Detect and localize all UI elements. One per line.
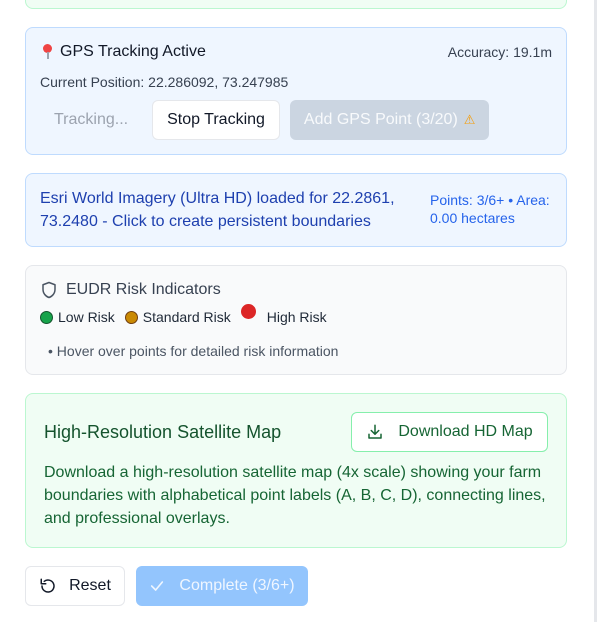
high-risk-dot-icon bbox=[240, 303, 256, 319]
add-gps-point-label: Add GPS Point (3/20) bbox=[303, 111, 458, 128]
current-position: Current Position: 22.286092, 73.247985 bbox=[40, 74, 289, 90]
risk-title-text: EUDR Risk Indicators bbox=[66, 281, 221, 298]
tracking-status-button[interactable]: Tracking... bbox=[40, 111, 142, 129]
check-icon bbox=[151, 581, 164, 591]
points-area-summary: Points: 3/6+ • Area: 0.00 hectares bbox=[430, 192, 550, 226]
imagery-status-message: Esri World Imagery (Ultra HD) loaded for… bbox=[40, 190, 395, 230]
reset-label: Reset bbox=[69, 577, 111, 594]
legend-item-low: Low Risk bbox=[40, 309, 115, 325]
gps-title-text: GPS Tracking Active bbox=[60, 43, 206, 60]
hd-map-panel: High-Resolution Satellite Map Download H… bbox=[25, 393, 567, 548]
add-gps-point-button[interactable]: Add GPS Point (3/20) ⚠ bbox=[289, 100, 490, 140]
legend-item-high: High Risk bbox=[240, 303, 327, 325]
reset-button[interactable]: Reset bbox=[25, 566, 125, 606]
risk-title: EUDR Risk Indicators bbox=[40, 281, 221, 299]
gps-button-row: Tracking... Stop Tracking Add GPS Point … bbox=[40, 100, 490, 140]
hd-map-title: High-Resolution Satellite Map bbox=[44, 422, 282, 442]
hd-map-description: Download a high-resolution satellite map… bbox=[44, 464, 546, 527]
risk-hint: • Hover over points for detailed risk in… bbox=[48, 343, 339, 359]
download-icon bbox=[368, 424, 383, 439]
shield-icon bbox=[42, 281, 56, 299]
risk-legend: Low Risk Standard Risk High Risk bbox=[40, 303, 337, 325]
download-hd-map-button[interactable]: Download HD Map bbox=[351, 412, 548, 452]
eudr-risk-panel: EUDR Risk Indicators Low Risk Standard R… bbox=[25, 265, 567, 375]
gps-accuracy: Accuracy: 19.1m bbox=[447, 44, 552, 60]
legend-label-standard: Standard Risk bbox=[142, 309, 231, 325]
complete-button[interactable]: Complete (3/6+) bbox=[136, 566, 308, 606]
legend-item-standard: Standard Risk bbox=[124, 309, 231, 325]
legend-label-low: Low Risk bbox=[58, 309, 115, 325]
complete-label: Complete (3/6+) bbox=[179, 577, 295, 594]
map-pin-icon bbox=[42, 44, 52, 60]
gps-title: GPS Tracking Active bbox=[42, 43, 206, 61]
previous-card bbox=[25, 0, 567, 9]
download-hd-map-label: Download HD Map bbox=[398, 423, 533, 440]
low-risk-dot-icon bbox=[40, 310, 53, 324]
legend-label-high: High Risk bbox=[266, 309, 327, 325]
gps-tracking-panel: GPS Tracking Active Accuracy: 19.1m Curr… bbox=[25, 27, 567, 155]
standard-risk-dot-icon bbox=[124, 310, 138, 324]
stop-tracking-button[interactable]: Stop Tracking bbox=[152, 100, 280, 140]
imagery-status-banner[interactable]: Esri World Imagery (Ultra HD) loaded for… bbox=[25, 173, 567, 247]
reset-icon bbox=[40, 578, 55, 593]
warning-icon: ⚠ bbox=[463, 112, 476, 127]
